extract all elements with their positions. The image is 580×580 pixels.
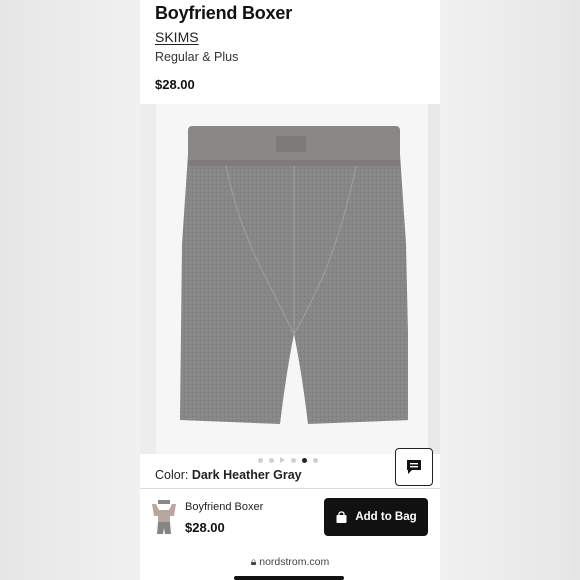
sticky-product-price: $28.00 xyxy=(185,520,225,535)
chat-icon xyxy=(407,460,421,474)
add-to-bag-label: Add to Bag xyxy=(355,511,417,523)
selected-color: Color: Dark Heather Gray xyxy=(155,468,302,482)
boxer-brief-image xyxy=(180,126,408,424)
product-page: Boyfriend Boxer SKIMS Regular & Plus $28… xyxy=(140,0,440,580)
home-indicator[interactable] xyxy=(234,576,344,580)
background-right xyxy=(440,0,580,580)
browser-address[interactable]: 🔒︎ nordstrom.com xyxy=(140,556,440,569)
product-thumbnail[interactable] xyxy=(150,498,178,536)
previous-image-peek xyxy=(140,104,156,454)
gallery-pagination xyxy=(258,456,318,464)
shopping-bag-icon xyxy=(336,510,347,523)
url-text: nordstrom.com xyxy=(259,556,330,568)
pagination-dot[interactable] xyxy=(313,457,318,463)
product-image-gallery[interactable] xyxy=(140,104,440,454)
sticky-product-name: Boyfriend Boxer xyxy=(185,501,264,513)
product-title: Boyfriend Boxer xyxy=(155,3,293,23)
product-price: $28.00 xyxy=(155,77,195,92)
pagination-dot[interactable] xyxy=(291,457,296,463)
background-left xyxy=(0,0,140,580)
color-value: Dark Heather Gray xyxy=(191,468,302,482)
lock-icon: 🔒︎ xyxy=(250,556,257,568)
pagination-dot[interactable] xyxy=(269,457,274,463)
pagination-dot-active[interactable] xyxy=(302,457,307,463)
chat-button[interactable] xyxy=(395,448,433,486)
video-play-icon[interactable] xyxy=(280,457,285,463)
color-label: Color: xyxy=(155,468,189,482)
add-to-bag-button[interactable]: Add to Bag xyxy=(324,498,428,536)
brand-link[interactable]: SKIMS xyxy=(155,29,199,45)
sticky-bar-divider xyxy=(140,488,440,489)
size-range: Regular & Plus xyxy=(155,50,239,64)
next-image-peek xyxy=(428,104,440,454)
pagination-dot[interactable] xyxy=(258,457,263,463)
